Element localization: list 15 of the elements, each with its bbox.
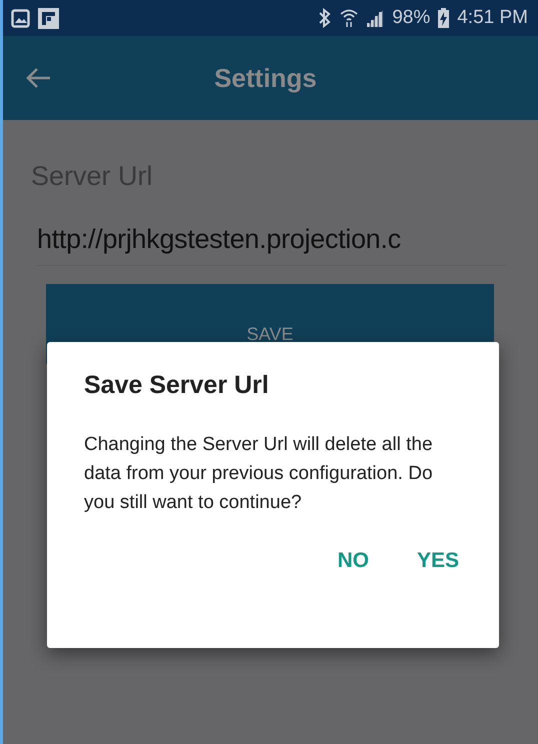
clock: 4:51 PM [457, 6, 528, 30]
signal-icon [366, 9, 384, 27]
battery-charging-icon [438, 8, 450, 28]
app-bar-title: Settings [213, 62, 318, 94]
dialog-button[interactable]: NO [337, 541, 369, 580]
app-notification-icon [38, 8, 59, 28]
gallery-icon [11, 8, 30, 28]
back-arrow-icon[interactable] [25, 67, 51, 89]
dialog-title: Save Server Url [84, 370, 270, 400]
wifi-icon [340, 8, 358, 28]
dialog-button[interactable]: YES [416, 541, 459, 580]
battery-percent: 98% [392, 6, 430, 30]
dialog-message: Changing the Server Url will delete all the data from your previous configuration. Do you still want to continue? [84, 433, 434, 515]
url-field[interactable]: http://prjhkgstesten.projection.c [37, 218, 506, 266]
bluetooth-icon [318, 8, 332, 28]
